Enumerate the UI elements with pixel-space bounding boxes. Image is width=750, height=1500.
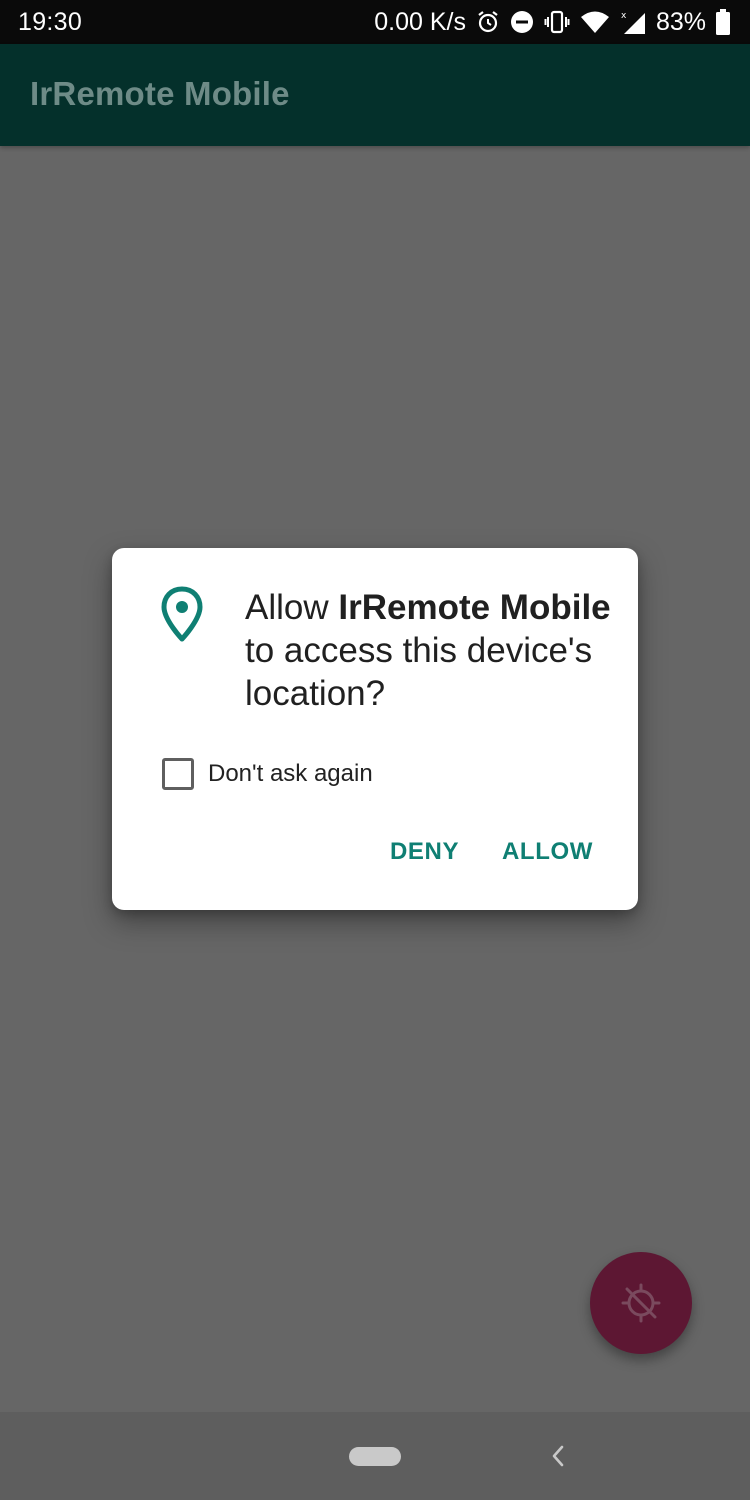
location-pin-icon xyxy=(160,586,204,644)
net-speed: 0.00 K/s xyxy=(374,7,466,36)
svg-text:x: x xyxy=(621,11,627,21)
app-bar: IrRemote Mobile xyxy=(0,44,750,146)
screen: 19:30 0.00 K/s x 83% IrRemote Mobile All… xyxy=(0,0,750,1500)
status-bar: 19:30 0.00 K/s x 83% xyxy=(0,0,750,44)
message-app-name: IrRemote Mobile xyxy=(338,588,611,627)
vibrate-icon xyxy=(544,9,570,35)
home-pill-icon[interactable] xyxy=(349,1447,401,1466)
message-prefix: Allow xyxy=(245,588,339,627)
status-icons: 0.00 K/s x 83% xyxy=(374,8,730,37)
navigation-bar xyxy=(0,1412,750,1500)
dialog-message: Allow IrRemote Mobile to access this dev… xyxy=(245,586,615,715)
dont-ask-again-label: Don't ask again xyxy=(208,760,373,787)
battery-icon xyxy=(716,9,730,35)
alarm-icon xyxy=(476,10,500,34)
dont-ask-again-checkbox[interactable] xyxy=(162,758,194,790)
status-time: 19:30 xyxy=(18,7,83,36)
dont-ask-again-row[interactable]: Don't ask again xyxy=(162,758,373,790)
location-off-icon xyxy=(619,1281,663,1325)
back-icon[interactable] xyxy=(548,1444,568,1468)
permission-dialog: Allow IrRemote Mobile to access this dev… xyxy=(112,548,638,910)
battery-percent: 83% xyxy=(655,7,706,36)
signal-icon: x xyxy=(620,9,646,35)
wifi-icon xyxy=(580,10,610,34)
app-title: IrRemote Mobile xyxy=(30,75,290,112)
deny-button[interactable]: DENY xyxy=(390,838,459,866)
allow-button[interactable]: ALLOW xyxy=(502,838,593,866)
message-suffix: to access this device's location? xyxy=(245,631,593,713)
location-fab[interactable] xyxy=(590,1252,692,1354)
do-not-disturb-icon xyxy=(510,10,534,34)
